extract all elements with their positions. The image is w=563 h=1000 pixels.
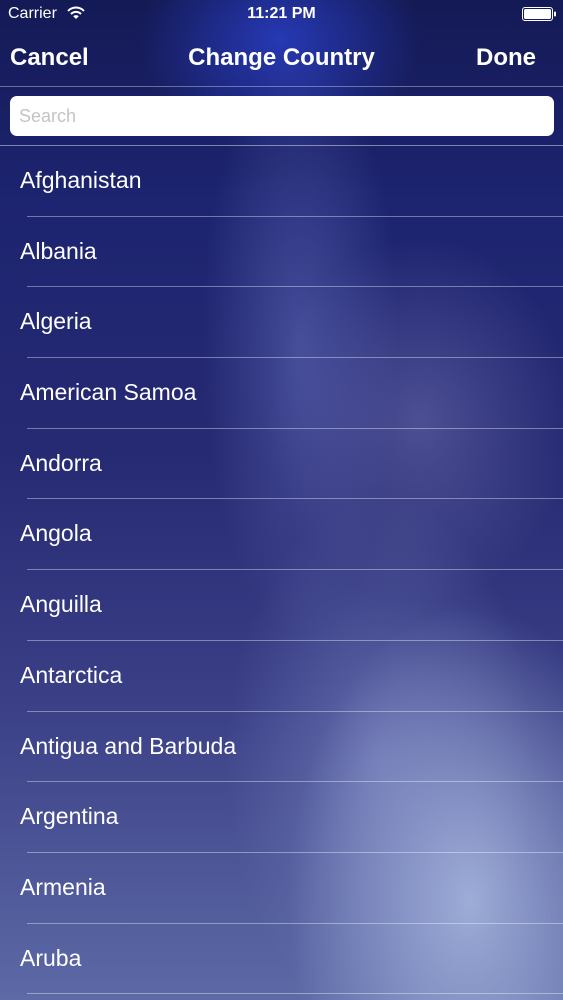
done-button[interactable]: Done bbox=[476, 44, 536, 72]
country-name: Armenia bbox=[20, 873, 106, 900]
country-name: Albania bbox=[20, 237, 97, 264]
country-row[interactable]: Afghanistan bbox=[0, 146, 563, 217]
battery-icon bbox=[522, 7, 556, 21]
country-row[interactable]: Anguilla bbox=[0, 570, 563, 641]
status-bar: Carrier 11:21 PM bbox=[0, 0, 563, 30]
country-name: American Samoa bbox=[20, 379, 197, 406]
country-row[interactable]: American Samoa bbox=[0, 358, 563, 429]
country-row[interactable]: Algeria bbox=[0, 287, 563, 358]
country-name: Aruba bbox=[20, 944, 82, 971]
country-name: Argentina bbox=[20, 803, 119, 830]
country-list: Afghanistan Albania Algeria American Samoa A… bbox=[0, 146, 563, 994]
country-row[interactable]: Angola bbox=[0, 499, 563, 570]
country-row[interactable]: Albania bbox=[0, 217, 563, 288]
country-name: Antarctica bbox=[20, 661, 123, 688]
country-row[interactable]: Andorra bbox=[0, 429, 563, 500]
country-row[interactable]: Argentina bbox=[0, 782, 563, 853]
country-row[interactable]: Antarctica bbox=[0, 641, 563, 712]
country-name: Andorra bbox=[20, 449, 102, 476]
navigation-bar: Cancel Change Country Done bbox=[0, 30, 563, 87]
country-name: Algeria bbox=[20, 308, 92, 335]
country-row[interactable]: Armenia bbox=[0, 853, 563, 924]
country-row[interactable]: Aruba bbox=[0, 924, 563, 995]
country-name: Angola bbox=[20, 520, 92, 547]
search-input[interactable] bbox=[10, 96, 554, 136]
search-bar bbox=[0, 87, 563, 146]
country-name: Anguilla bbox=[20, 591, 102, 618]
country-name: Antigua and Barbuda bbox=[20, 732, 237, 759]
status-time: 11:21 PM bbox=[247, 5, 316, 22]
country-name: Afghanistan bbox=[20, 167, 142, 193]
country-row[interactable]: Antigua and Barbuda bbox=[0, 712, 563, 783]
